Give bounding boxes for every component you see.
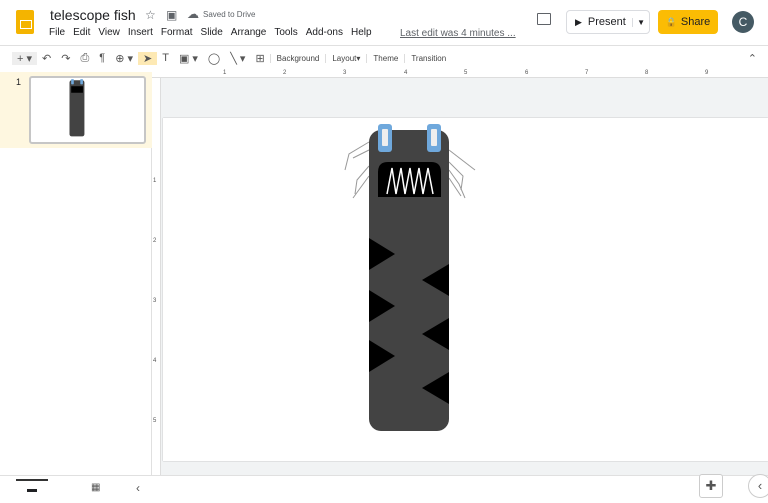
slide-thumbnail[interactable]: [29, 76, 146, 144]
redo-icon[interactable]: ↷: [56, 52, 75, 65]
present-dropdown[interactable]: ▼: [632, 17, 649, 27]
menu-slide[interactable]: Slide: [201, 27, 223, 38]
comments-icon[interactable]: [537, 13, 551, 25]
last-edit-link[interactable]: Last edit was 4 minutes ...: [400, 28, 516, 39]
layout-label: Layout: [332, 53, 357, 63]
menu-tools[interactable]: Tools: [274, 27, 297, 38]
filmstrip: 1: [0, 72, 152, 475]
grid-view-icon[interactable]: ▦: [91, 482, 100, 493]
add-comment-icon[interactable]: ⊞: [250, 52, 269, 65]
ruler-label: 2: [283, 70, 287, 76]
left-pupil: [382, 129, 388, 146]
ruler-label: 5: [153, 418, 157, 424]
lock-icon: 🔒: [665, 16, 677, 27]
menu-addons[interactable]: Add-ons: [306, 27, 343, 38]
menu-view[interactable]: View: [98, 27, 120, 38]
ruler-label: 7: [585, 70, 589, 76]
line-icon[interactable]: ╲ ▾: [225, 52, 250, 65]
ruler-label: 1: [223, 70, 227, 76]
print-icon[interactable]: ⎙: [75, 52, 94, 65]
menu-bar: File Edit View Insert Format Slide Arran…: [49, 27, 372, 38]
ruler-label: 4: [404, 70, 408, 76]
ruler-label: 5: [464, 70, 468, 76]
ruler-label: 6: [525, 70, 529, 76]
menu-arrange[interactable]: Arrange: [231, 27, 267, 38]
right-pupil: [431, 129, 437, 146]
explore-icon[interactable]: ✚: [699, 474, 723, 498]
document-title[interactable]: telescope fish: [50, 7, 136, 23]
menu-format[interactable]: Format: [161, 27, 193, 38]
ruler-label: 8: [645, 70, 649, 76]
textbox-icon[interactable]: T: [157, 52, 174, 64]
ruler-label: 3: [153, 298, 157, 304]
toolbar: + ▾ ↶ ↷ ⎙ ¶ ⊕ ▾ ➤ T ▣ ▾ ◯ ╲ ▾ ⊞ Backgrou…: [0, 45, 768, 70]
share-button[interactable]: 🔒 Share: [658, 10, 718, 34]
slide-number: 1: [16, 77, 22, 87]
ruler-label: 3: [343, 70, 347, 76]
shape-icon[interactable]: ◯: [203, 52, 225, 65]
side-panel-toggle-icon[interactable]: ‹: [748, 474, 768, 498]
new-slide-icon[interactable]: + ▾: [12, 51, 38, 65]
left-ruler[interactable]: 1 2 3 4 5: [152, 78, 161, 475]
present-icon: ▶: [575, 16, 582, 27]
menu-file[interactable]: File: [49, 27, 65, 38]
thumbnail-fish: [69, 79, 85, 137]
undo-icon[interactable]: ↶: [37, 52, 56, 65]
menu-insert[interactable]: Insert: [128, 27, 153, 38]
collapse-toolbar-icon[interactable]: ⌃: [743, 52, 762, 65]
layout-button[interactable]: Layout▾: [325, 53, 366, 63]
ruler-label: 2: [153, 238, 157, 244]
transition-button[interactable]: Transition: [404, 53, 452, 63]
background-button[interactable]: Background: [269, 53, 326, 63]
ruler-label: 4: [153, 358, 157, 364]
telescope-fish-drawing[interactable]: [163, 118, 768, 461]
share-label: Share: [680, 16, 711, 28]
collapse-filmstrip-icon[interactable]: ‹: [136, 481, 140, 495]
select-icon[interactable]: ➤: [137, 51, 158, 65]
ruler-label: 1: [153, 178, 157, 184]
image-icon[interactable]: ▣ ▾: [174, 52, 203, 65]
present-button[interactable]: ▶ Present ▼: [566, 10, 650, 34]
menu-edit[interactable]: Edit: [73, 27, 90, 38]
filmstrip-slide-1[interactable]: 1: [0, 72, 152, 148]
bottom-bar: ▬ ▦ ‹ ✚ ‹: [0, 474, 768, 503]
slides-logo[interactable]: [16, 10, 34, 34]
move-folder-icon[interactable]: ▣: [166, 8, 177, 22]
menu-help[interactable]: Help: [351, 27, 372, 38]
zoom-icon[interactable]: ⊕ ▾: [110, 52, 138, 65]
save-status: Saved to Drive: [203, 10, 256, 19]
filmstrip-view-icon[interactable]: ▬: [16, 479, 48, 499]
present-label: Present: [587, 16, 626, 28]
avatar[interactable]: C: [732, 11, 754, 33]
cloud-saved-icon: ☁: [187, 7, 199, 21]
slide-canvas[interactable]: [163, 118, 768, 461]
top-ruler[interactable]: 1 2 3 4 5 6 7 8 9: [152, 70, 768, 78]
paint-format-icon[interactable]: ¶: [94, 52, 110, 64]
star-icon[interactable]: ☆: [145, 8, 156, 22]
ruler-label: 9: [705, 70, 709, 76]
theme-button[interactable]: Theme: [366, 53, 404, 63]
